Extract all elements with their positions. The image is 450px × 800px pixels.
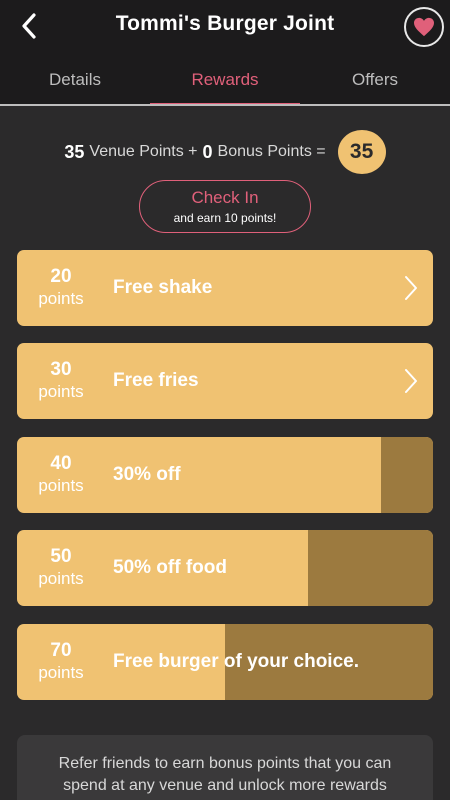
reward-name: Free burger of your choice.: [113, 651, 359, 672]
reward-card-free-shake[interactable]: 20 points Free shake: [17, 250, 433, 326]
venue-points-label: Venue Points +: [89, 143, 198, 160]
refer-friends-banner[interactable]: Refer friends to earn bonus points that …: [17, 735, 433, 800]
venue-points-value: 35: [64, 141, 85, 162]
reward-name: 30% off: [113, 464, 181, 485]
reward-card-free-fries[interactable]: 30 points Free fries: [17, 343, 433, 419]
check-in-label: Check In: [191, 188, 259, 207]
tab-divider: [0, 104, 450, 106]
tab-bar: Details Rewards Offers: [0, 55, 450, 106]
reward-points-number: 40: [50, 453, 72, 474]
reward-points-number: 20: [50, 266, 72, 287]
reward-points-number: 70: [50, 640, 72, 661]
points-summary: 35 Venue Points + 0 Bonus Points = 35: [0, 130, 450, 174]
reward-points: 50 points: [17, 530, 105, 606]
bonus-points-label: Bonus Points =: [217, 143, 326, 160]
page-title: Tommi's Burger Joint: [115, 12, 335, 35]
reward-name: Free shake: [113, 277, 213, 298]
refer-friends-text: Refer friends to earn bonus points that …: [58, 755, 392, 794]
check-in-button[interactable]: Check In and earn 10 points!: [139, 180, 311, 233]
reward-card-free-burger[interactable]: 70 points Free burger of your choice.: [17, 624, 433, 700]
reward-points: 20 points: [17, 250, 105, 326]
reward-points-unit: points: [38, 476, 84, 495]
reward-name: Free fries: [113, 370, 199, 391]
reward-locked-portion: [308, 530, 433, 606]
favorite-button[interactable]: [404, 7, 444, 47]
tab-details[interactable]: Details: [0, 55, 150, 106]
heart-icon: [414, 17, 434, 37]
chevron-right-icon: [405, 276, 417, 300]
reward-points: 40 points: [17, 437, 105, 513]
chevron-right-icon: [405, 369, 417, 393]
reward-card-30-off[interactable]: 40 points 30% off: [17, 437, 433, 513]
reward-points: 70 points: [17, 624, 105, 700]
reward-locked-portion: [381, 437, 433, 513]
reward-points-unit: points: [38, 289, 84, 308]
total-points-badge: 35: [337, 130, 386, 174]
reward-points-number: 50: [50, 546, 72, 567]
top-bar: Tommi's Burger Joint Details Rewards Off…: [0, 0, 450, 106]
reward-card-50-off-food[interactable]: 50 points 50% off food: [17, 530, 433, 606]
reward-points-unit: points: [38, 569, 84, 588]
tab-offers[interactable]: Offers: [300, 55, 450, 106]
reward-name: 50% off food: [113, 557, 227, 578]
tab-rewards[interactable]: Rewards: [150, 55, 300, 106]
reward-points-unit: points: [38, 663, 84, 682]
reward-points-unit: points: [38, 382, 84, 401]
chevron-left-icon: [22, 13, 36, 39]
reward-points: 30 points: [17, 343, 105, 419]
back-button[interactable]: [14, 10, 44, 42]
bonus-points-value: 0: [202, 141, 213, 162]
reward-points-number: 30: [50, 359, 72, 380]
check-in-sublabel: and earn 10 points!: [173, 211, 277, 225]
